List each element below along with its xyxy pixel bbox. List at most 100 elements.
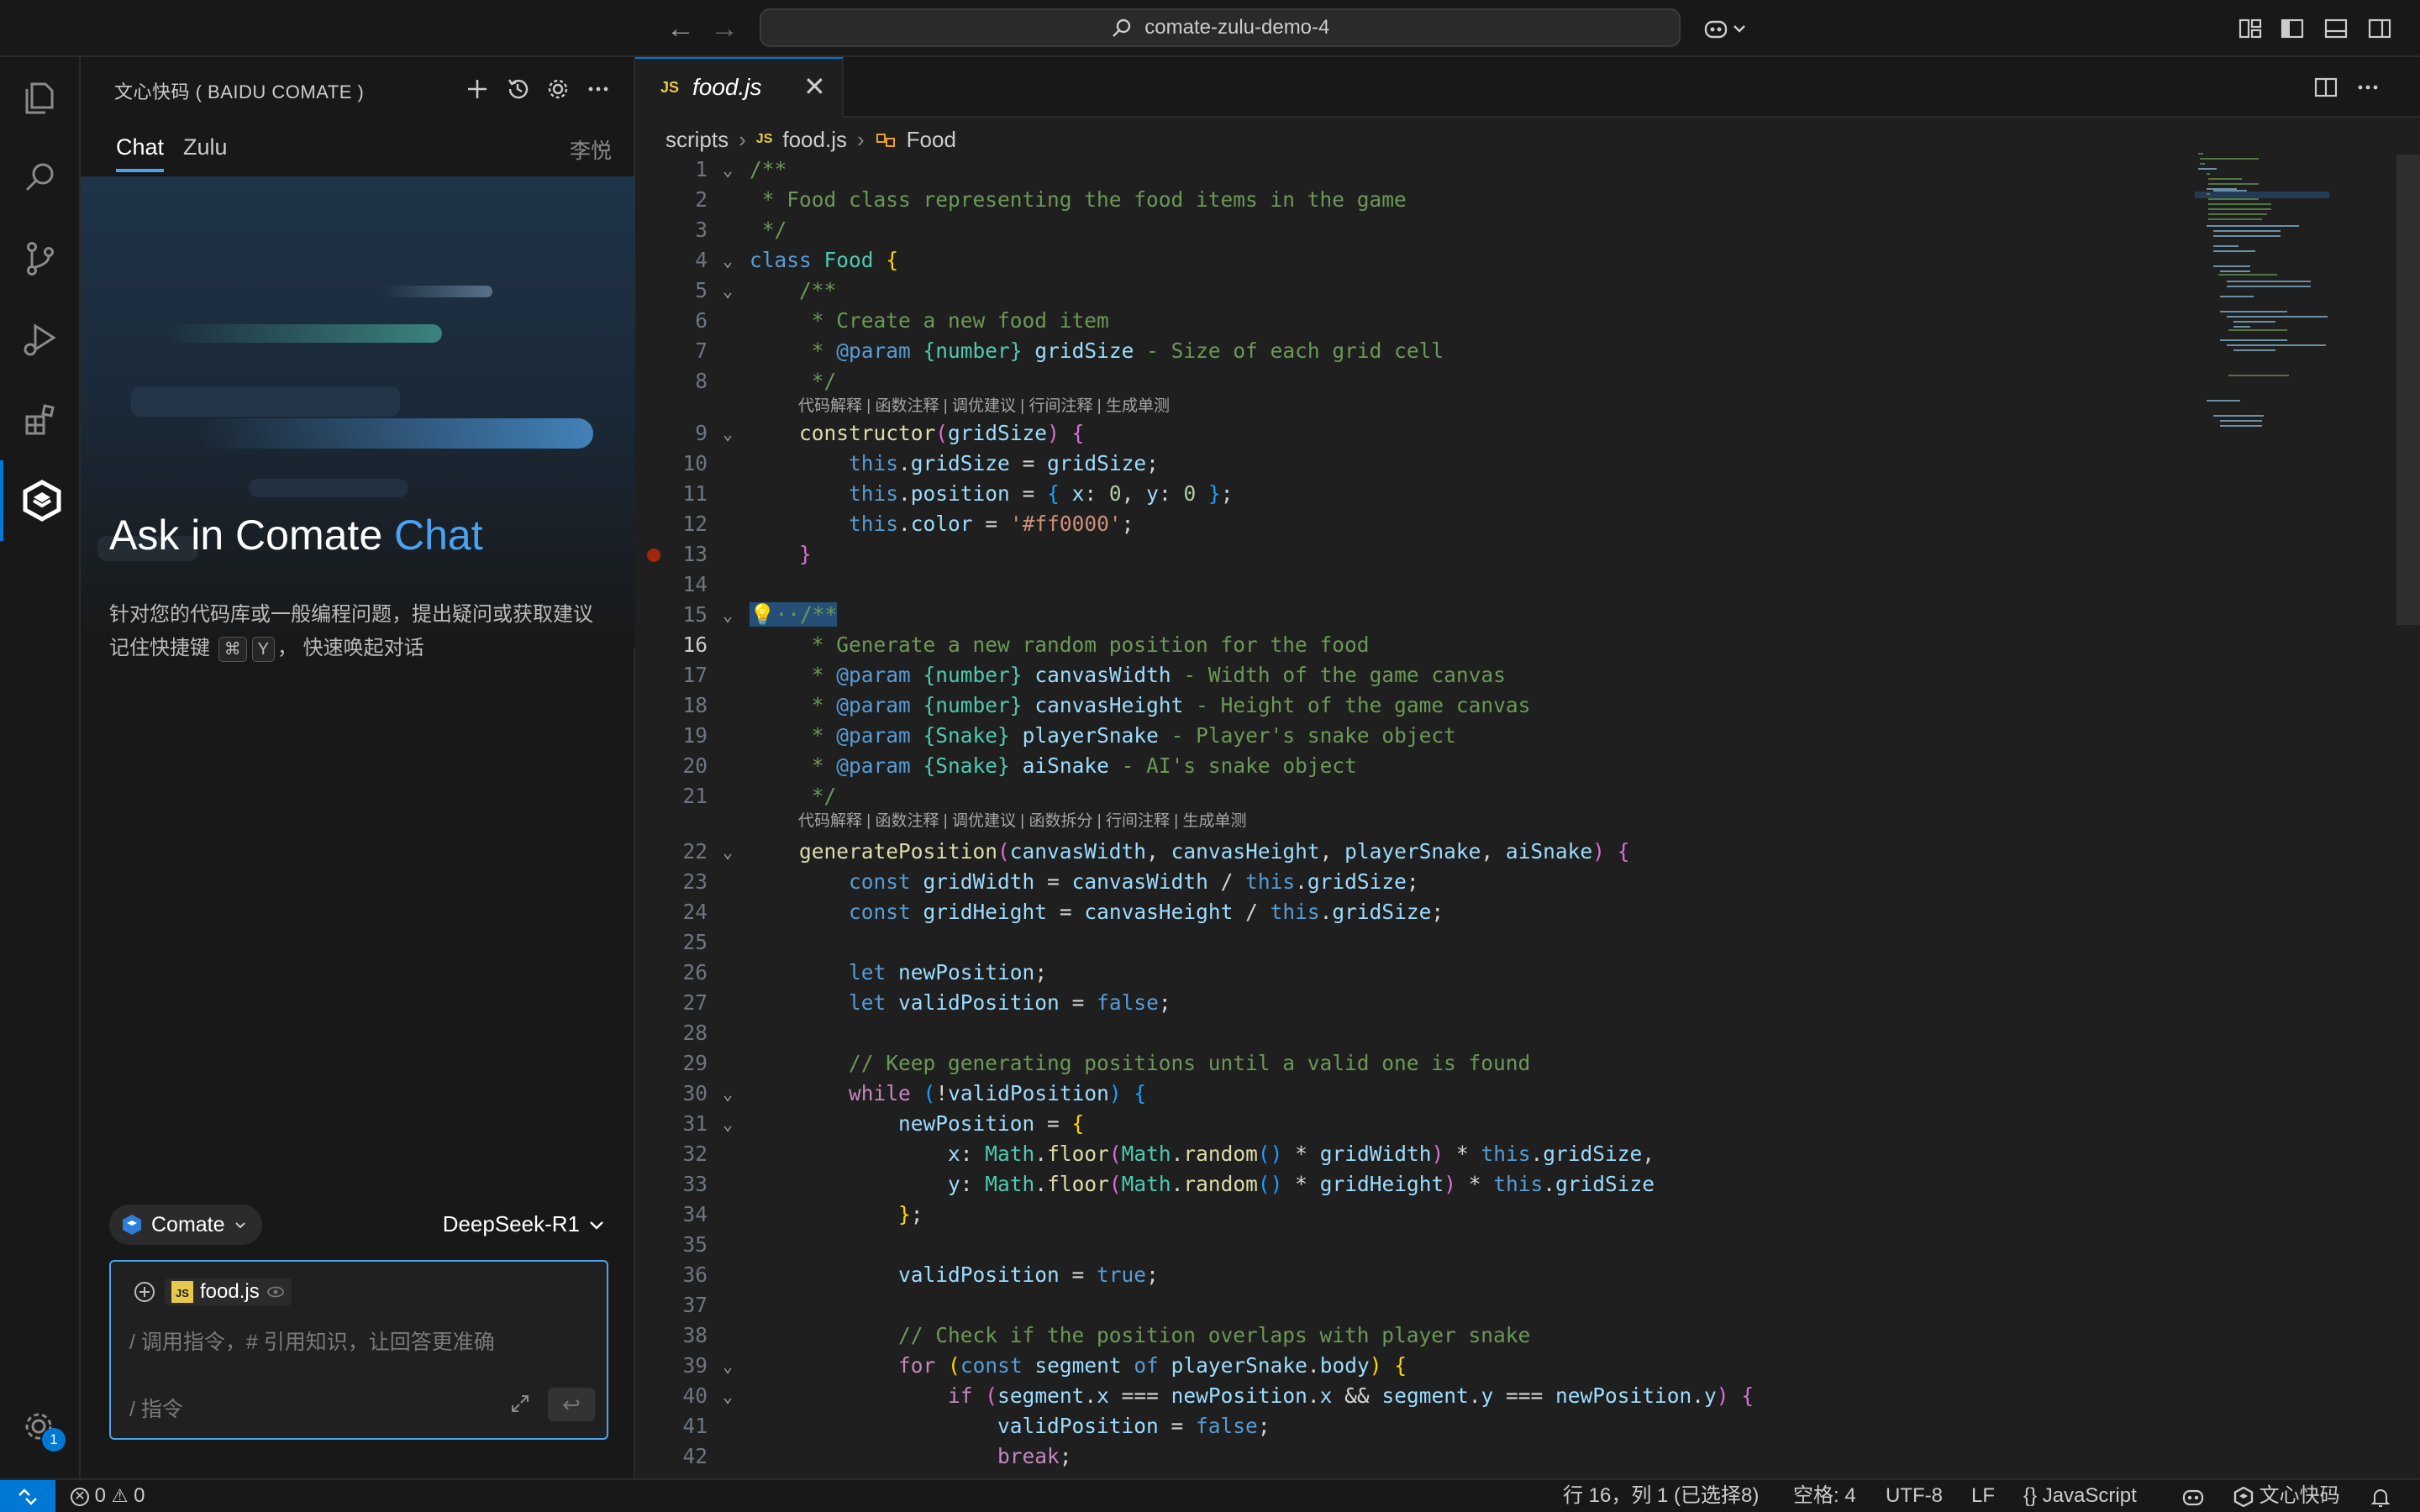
search-icon[interactable] (0, 138, 81, 218)
add-context-icon[interactable] (133, 1280, 156, 1304)
sidebar-title: 文心快码 ( BAIDU COMATE ) (114, 81, 365, 102)
explorer-icon[interactable] (0, 57, 81, 138)
class-symbol-icon (876, 134, 895, 147)
context-file-chip[interactable]: JS food.js (165, 1278, 292, 1305)
chevron-right-icon: › (856, 126, 865, 152)
settings-gear-icon[interactable]: 1 (0, 1398, 81, 1458)
back-icon[interactable]: ← (664, 12, 697, 45)
notifications-bell-icon[interactable] (2370, 1487, 2391, 1509)
problems-indicator[interactable]: ✕ 0 ⚠ 0 (71, 1480, 145, 1512)
tab-label: food.js (692, 74, 762, 100)
code-line: 15 ⌄ 💡··/** (682, 602, 838, 627)
tab-zulu[interactable]: Zulu (183, 134, 228, 160)
source-control-icon[interactable] (0, 218, 81, 299)
editor-area: JS food.js ✕ scripts › JS food.js › Food… (635, 57, 2420, 1478)
model-label: DeepSeek-R1 (442, 1211, 580, 1236)
remote-indicator[interactable] (0, 1480, 55, 1512)
code-line: 23 const gridWidth = canvasWidth / this.… (682, 869, 1419, 894)
toggle-panel-icon[interactable] (2323, 15, 2349, 42)
gear-icon[interactable] (543, 74, 573, 104)
code-line: 1 ⌄/** (695, 157, 787, 181)
braces-icon: {} (2023, 1484, 2038, 1507)
comate-logo-icon (2233, 1486, 2254, 1508)
toggle-primary-sidebar-icon[interactable] (2279, 15, 2306, 42)
vertical-scrollbar[interactable] (2396, 155, 2420, 625)
js-file-icon: JS (171, 1281, 193, 1303)
chat-input-placeholder[interactable]: / 调用指令，# 引用知识，让回答更准确 (129, 1326, 495, 1356)
codelens-actions[interactable]: 代码解释 | 函数注释 | 调优建议 | 函数拆分 | 行间注释 | 生成单测 (798, 810, 1246, 833)
code-line: 26 let newPosition; (682, 960, 1048, 984)
code-line: 41 validPosition = false; (682, 1414, 1270, 1438)
hero-desc-line-2: 记住快捷键 ⌘ Y， 快速唤起对话 (109, 632, 613, 665)
comate-icon[interactable] (0, 460, 81, 541)
hero-description: 针对您的代码库或一般编程问题，提出疑问或获取建议 记住快捷键 ⌘ Y， 快速唤起对… (109, 598, 613, 665)
copilot-icon[interactable] (1702, 15, 1729, 42)
new-chat-icon[interactable] (462, 74, 492, 104)
code-line: 3 */ (695, 218, 787, 242)
close-icon[interactable]: ✕ (803, 71, 826, 102)
tab-food-js[interactable]: JS food.js ✕ (635, 57, 844, 118)
code-line: 32 x: Math.floor(Math.random() * gridWid… (682, 1142, 1655, 1166)
code-line: 39 ⌄ for (const segment of playerSnake.bo… (682, 1353, 1407, 1378)
chat-input-box[interactable]: JS food.js / 调用指令，# 引用知识，让回答更准确 / 指令 ↩ (109, 1260, 608, 1440)
code-line: 27 let validPosition = false; (682, 990, 1171, 1015)
breadcrumb-file[interactable]: food.js (782, 127, 847, 153)
shortcut-suffix: ， 快速唤起对话 (277, 637, 424, 659)
breadcrumb-symbol[interactable]: Food (907, 127, 956, 153)
user-name[interactable]: 李悦 (570, 134, 612, 165)
hero-illustration (81, 176, 635, 647)
split-editor-icon[interactable] (2312, 74, 2339, 101)
customize-layout-icon[interactable] (2237, 15, 2264, 42)
context-bar: JS food.js (133, 1275, 292, 1309)
tab-chat[interactable]: Chat (116, 134, 165, 172)
more-actions-icon[interactable] (2354, 74, 2381, 101)
encoding[interactable]: UTF-8 (1886, 1480, 1943, 1512)
warning-count: 0 (134, 1484, 145, 1507)
codelens-actions[interactable]: 代码解释 | 函数注释 | 调优建议 | 行间注释 | 生成单测 (798, 395, 1170, 418)
forward-icon[interactable]: → (708, 12, 741, 45)
code-line: 17 * @param {number} canvasWidth - Width… (682, 663, 1506, 687)
code-line: 33 y: Math.floor(Math.random() * gridHei… (682, 1172, 1655, 1196)
chevron-down-icon[interactable] (1731, 15, 1748, 42)
code-line: 12 this.color = '#ff0000'; (682, 512, 1134, 536)
warning-icon: ⚠ (111, 1485, 129, 1506)
cursor-position[interactable]: 行 16，列 1 (已选择8) (1563, 1480, 1759, 1512)
copilot-status-icon[interactable] (2181, 1485, 2205, 1509)
history-icon[interactable] (502, 74, 533, 104)
code-line: 22 ⌄ generatePosition(canvasWidth, canvas… (682, 839, 1630, 864)
indentation[interactable]: 空格: 4 (1793, 1480, 1856, 1512)
language-mode[interactable]: {} JavaScript (2023, 1480, 2137, 1512)
code-line: 5 ⌄ /** (695, 278, 837, 302)
agent-selector[interactable]: Comate (109, 1205, 262, 1245)
line-ending[interactable]: LF (1971, 1480, 1995, 1512)
toggle-secondary-sidebar-icon[interactable] (2366, 15, 2393, 42)
command-hint[interactable]: / 指令 (129, 1393, 183, 1423)
eye-icon[interactable] (266, 1283, 285, 1301)
model-selector[interactable]: DeepSeek-R1 (443, 1211, 605, 1237)
comate-status[interactable]: 文心快码 (2233, 1480, 2340, 1512)
js-file-icon: JS (660, 79, 680, 96)
code-line: 6 * Create a new food item (695, 308, 1109, 333)
code-line: 14 (682, 572, 708, 596)
breadcrumb-folder[interactable]: scripts (666, 127, 729, 153)
code-line: 9 ⌄ constructor(gridSize) { (695, 421, 1085, 445)
more-actions-icon[interactable] (583, 74, 613, 104)
command-center-search[interactable]: comate-zulu-demo-4 (760, 8, 1681, 47)
code-line: 29 // Keep generating positions until a … (682, 1051, 1531, 1075)
code-line: 35 (682, 1232, 708, 1257)
code-line: 19 * @param {Snake} playerSnake - Player… (682, 723, 1456, 748)
code-line: 16 * Generate a new random position for … (682, 633, 1370, 657)
minimap[interactable] (2195, 148, 2329, 450)
code-line: 34 }; (682, 1202, 923, 1226)
code-line: 7 * @param {number} gridSize - Size of e… (695, 339, 1444, 363)
hero-desc-line-1: 针对您的代码库或一般编程问题，提出疑问或获取建议 (109, 603, 593, 626)
lightbulb-icon[interactable]: 💡 (750, 602, 776, 627)
send-button[interactable]: ↩ (548, 1388, 595, 1421)
hero-title-text: Ask in Comate (109, 512, 395, 559)
breadcrumb: scripts › JS food.js › Food (666, 123, 956, 156)
code-line: 13 } (635, 539, 2181, 570)
extensions-icon[interactable] (0, 380, 81, 460)
expand-icon[interactable] (509, 1393, 531, 1415)
run-debug-icon[interactable] (0, 299, 81, 380)
hero-title-accent: Chat (394, 512, 483, 559)
